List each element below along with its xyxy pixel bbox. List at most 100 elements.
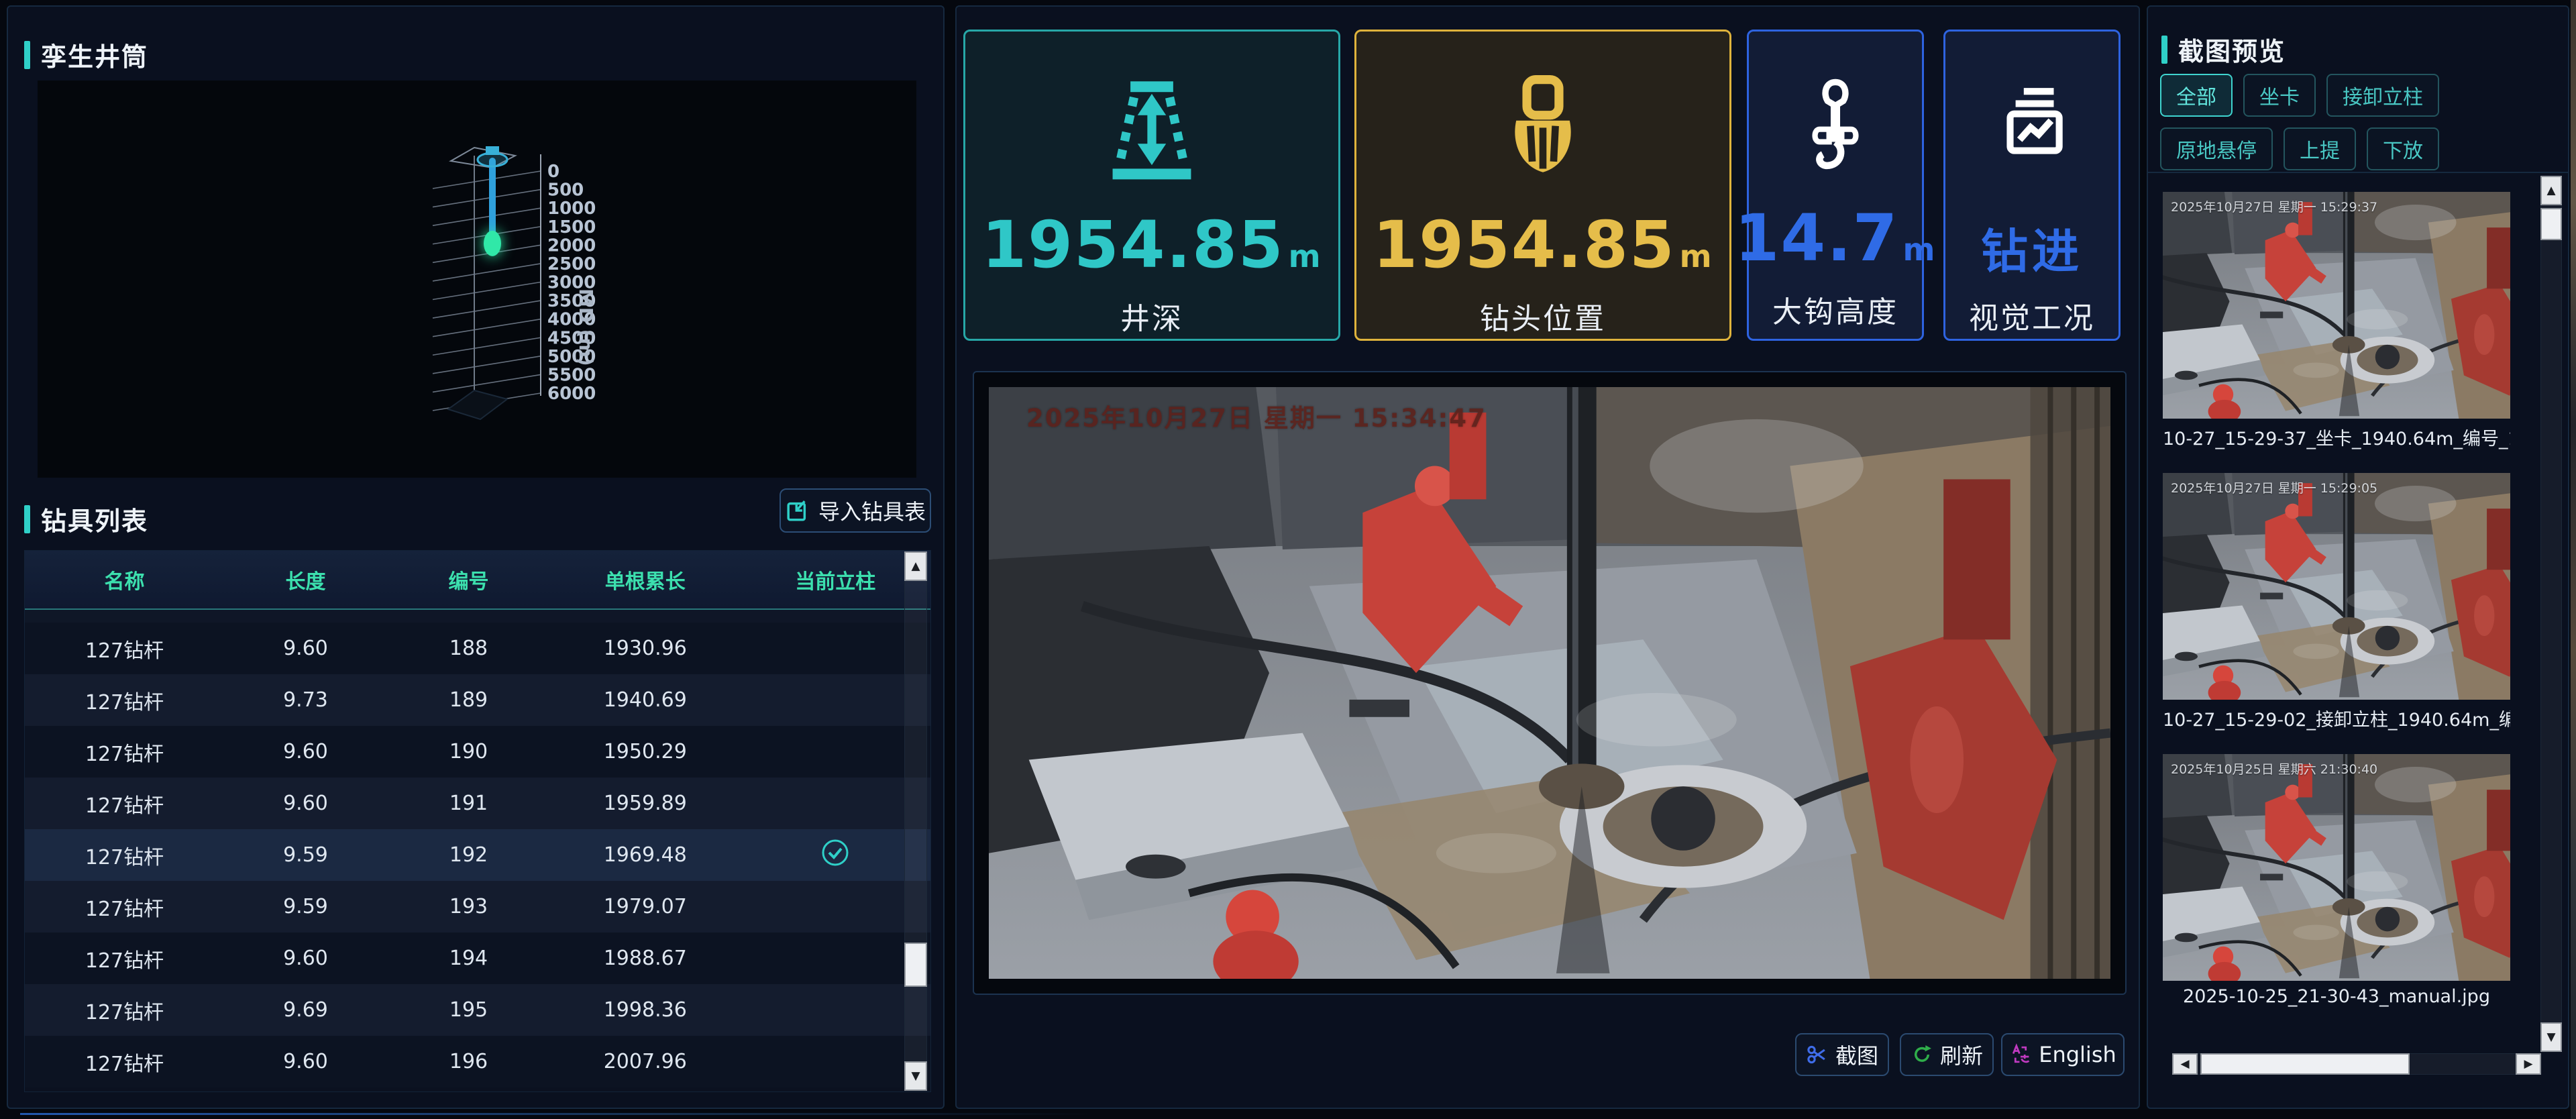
table-row[interactable]: 127钻杆9.591921969.48 bbox=[25, 829, 930, 881]
table-cell: 127钻杆 bbox=[25, 892, 224, 922]
filter-button-下放[interactable]: 下放 bbox=[2367, 127, 2439, 170]
visual-condition-value: 钻进 bbox=[1981, 214, 2083, 282]
visual-condition-card[interactable]: 钻进 视觉工况 bbox=[1943, 30, 2121, 341]
table-cell: 1950.29 bbox=[550, 740, 741, 763]
table-row[interactable]: 127钻杆9.731891940.69 bbox=[25, 674, 930, 726]
table-cell: 9.59 bbox=[224, 843, 387, 867]
preview-horizontal-scrollbar-thumb[interactable] bbox=[2200, 1053, 2410, 1075]
bit-position-label: 钻头位置 bbox=[1480, 295, 1606, 337]
hook-height-label: 大钩高度 bbox=[1772, 288, 1898, 331]
wellbore-3d-chart[interactable]: 0500100015002000250030003500400045005000… bbox=[38, 81, 916, 478]
title-accent-bar bbox=[24, 505, 30, 533]
screenshot-button[interactable]: 截图 bbox=[1795, 1033, 1889, 1076]
table-column-header: 编号 bbox=[387, 565, 550, 594]
preview-section-title: 截图预览 bbox=[2161, 31, 2286, 68]
title-accent-bar bbox=[2161, 36, 2167, 64]
table-scrollbar-thumb[interactable] bbox=[904, 943, 927, 987]
table-cell: 127钻杆 bbox=[25, 610, 224, 612]
table-cell: 188 bbox=[387, 637, 550, 660]
well-depth-value: 1954.85 bbox=[981, 207, 1284, 282]
import-tools-button[interactable]: 导入钻具表 bbox=[780, 488, 931, 533]
table-cell: 196 bbox=[387, 1050, 550, 1073]
md-tick-label: 6000 bbox=[547, 384, 596, 404]
thumbnail-timestamp-overlay: 2025年10月27日 星期一 15:29:05 bbox=[2171, 478, 2377, 496]
bit-position-unit: m bbox=[1680, 238, 1713, 274]
table-scroll-up-button[interactable]: ▲ bbox=[904, 551, 927, 581]
table-cell: 9.59 bbox=[224, 895, 387, 918]
screenshot-filter-group: 全部坐卡接卸立柱原地悬停上提下放 bbox=[2160, 74, 2536, 170]
table-row[interactable]: 127钻杆9.601881930.96 bbox=[25, 623, 930, 674]
refresh-button-label: 刷新 bbox=[1940, 1039, 1983, 1070]
title-accent-bar bbox=[24, 41, 30, 69]
table-cell: 9.69 bbox=[224, 998, 387, 1022]
md-tick-label: 2000 bbox=[547, 235, 596, 256]
hook-height-value: 14.7 bbox=[1735, 201, 1899, 276]
well-depth-label: 井深 bbox=[1120, 295, 1183, 337]
well-depth-icon bbox=[1095, 69, 1209, 190]
table-cell: 127钻杆 bbox=[25, 1047, 224, 1077]
table-cell: 9.60 bbox=[224, 637, 387, 660]
table-row[interactable]: 127钻杆9.601911959.89 bbox=[25, 778, 930, 829]
screenshot-thumbnail[interactable]: 2025年10月27日 星期一 15:29:0510-27_15-29-02_接… bbox=[2163, 473, 2510, 731]
table-row[interactable]: 127钻杆9.601962007.96 bbox=[25, 1036, 930, 1087]
filter-button-全部[interactable]: 全部 bbox=[2160, 74, 2233, 117]
refresh-button[interactable]: 刷新 bbox=[1900, 1033, 1994, 1076]
preview-title-label: 截图预览 bbox=[2178, 31, 2286, 68]
hook-icon bbox=[1795, 69, 1876, 183]
video-timestamp-overlay: 2025年10月27日 星期一 15:34:47 bbox=[1026, 398, 1487, 434]
filter-button-坐卡[interactable]: 坐卡 bbox=[2243, 74, 2316, 117]
well-depth-card[interactable]: 1954.85m 井深 bbox=[963, 30, 1340, 341]
preview-scroll-up-button[interactable]: ▲ bbox=[2540, 176, 2562, 205]
table-scroll-down-button[interactable]: ▼ bbox=[904, 1061, 927, 1091]
table-header-row: 名称长度编号单根累长当前立柱 bbox=[25, 551, 930, 610]
check-circle-icon bbox=[820, 837, 851, 868]
preview-scroll-down-button[interactable]: ▼ bbox=[2540, 1022, 2562, 1052]
bit-position-card[interactable]: 1954.85m 钻头位置 bbox=[1354, 30, 1731, 341]
screenshot-preview-panel: 截图预览 全部坐卡接卸立柱原地悬停上提下放 2025年10月27日 星期一 15… bbox=[2147, 5, 2569, 1109]
table-row[interactable]: 127钻杆9.591931979.07 bbox=[25, 881, 930, 933]
table-cell: 190 bbox=[387, 740, 550, 763]
table-row[interactable]: 127钻杆9.601901950.29 bbox=[25, 726, 930, 778]
cropped-edge-sliver bbox=[2571, 0, 2576, 1119]
preview-scroll-right-button[interactable]: ▶ bbox=[2516, 1053, 2541, 1075]
table-row[interactable]: 127钻杆9.601871921.36 bbox=[25, 610, 930, 623]
preview-scroll-left-button[interactable]: ◀ bbox=[2172, 1053, 2198, 1075]
left-panel: 孪生井筒 05001000150020002500300035004000450… bbox=[7, 5, 945, 1109]
thumbnail-caption: 10-27_15-29-37_坐卡_1940.64m_编号_1 bbox=[2163, 424, 2510, 450]
hook-height-card[interactable]: 14.7m 大钩高度 bbox=[1747, 30, 1924, 341]
live-video-frame[interactable]: 2025年10月27日 星期一 15:34:47 bbox=[989, 387, 2110, 979]
table-row[interactable]: 127钻杆9.601941988.67 bbox=[25, 933, 930, 984]
wellbore-title-label: 孪生井筒 bbox=[41, 36, 148, 73]
table-body[interactable]: 127钻杆9.601871921.36127钻杆9.601881930.9612… bbox=[25, 610, 930, 1091]
md-tick-label: 1500 bbox=[547, 217, 596, 237]
filter-button-原地悬停[interactable]: 原地悬停 bbox=[2160, 127, 2273, 170]
tools-section-title: 钻具列表 bbox=[24, 500, 148, 537]
table-column-header: 长度 bbox=[224, 565, 387, 594]
table-scrollbar[interactable] bbox=[904, 551, 927, 1091]
table-cell: 1979.07 bbox=[550, 895, 741, 918]
language-button[interactable]: English bbox=[2001, 1033, 2125, 1076]
table-cell: 127钻杆 bbox=[25, 634, 224, 663]
table-row[interactable]: 127钻杆9.691951998.36 bbox=[25, 984, 930, 1036]
table-cell: 127钻杆 bbox=[25, 841, 224, 870]
tools-title-label: 钻具列表 bbox=[41, 500, 148, 537]
drill-bit-marker bbox=[484, 231, 501, 256]
screenshot-thumbnail[interactable]: 2025年10月27日 星期一 15:29:3710-27_15-29-37_坐… bbox=[2163, 192, 2510, 450]
well-depth-unit: m bbox=[1289, 238, 1322, 274]
table-cell: 127钻杆 bbox=[25, 944, 224, 973]
live-video-panel: 2025年10月27日 星期一 15:34:47 bbox=[973, 371, 2127, 995]
md-tick-label: 500 bbox=[547, 180, 584, 201]
thumbnail-image bbox=[2163, 473, 2510, 700]
center-panel: 1954.85m 井深 1954.85m 钻头位置 bbox=[955, 5, 2140, 1109]
table-cell: 191 bbox=[387, 792, 550, 815]
md-tick-label: 5500 bbox=[547, 365, 596, 385]
import-icon bbox=[785, 498, 810, 523]
filter-button-接卸立柱[interactable]: 接卸立柱 bbox=[2326, 74, 2439, 117]
md-axis-label: MD (m) bbox=[575, 288, 597, 366]
working-condition-icon bbox=[1988, 69, 2076, 183]
filter-button-上提[interactable]: 上提 bbox=[2284, 127, 2356, 170]
screenshot-thumbnail[interactable]: 2025年10月25日 星期六 21:30:402025-10-25_21-30… bbox=[2163, 754, 2510, 1007]
preview-vertical-scrollbar-thumb[interactable] bbox=[2540, 208, 2562, 240]
table-cell: 9.60 bbox=[224, 1050, 387, 1073]
preview-vertical-scrollbar[interactable] bbox=[2540, 176, 2562, 1052]
